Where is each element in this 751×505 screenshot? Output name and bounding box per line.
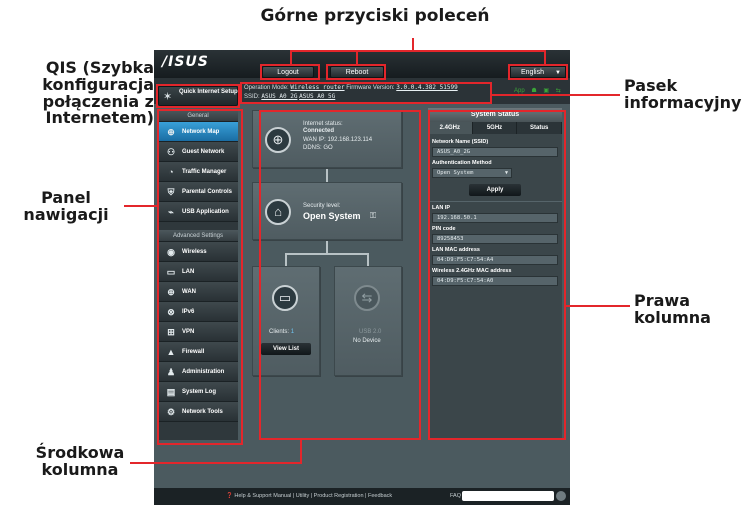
- search-icon[interactable]: [556, 491, 566, 501]
- highlight-nav-panel: [157, 109, 243, 445]
- highlight-info-bar: [240, 82, 492, 104]
- highlight-reboot: [326, 64, 386, 80]
- leader-line: [290, 50, 546, 52]
- annotation-top-buttons: Górne przyciski poleceń: [260, 6, 490, 26]
- leader-line: [300, 440, 302, 464]
- footer-links[interactable]: Manual | Utility | Product Registration …: [273, 493, 392, 499]
- annotation-middle-column: Środkowa kolumna: [35, 443, 125, 479]
- annotation-right-column: Prawa kolumna: [634, 291, 711, 327]
- leader-line: [412, 38, 414, 50]
- annotation-nav-panel: Panel nawigacji: [23, 188, 109, 224]
- help-support-line: ❓ Help & Support Manual | Utility | Prod…: [226, 493, 392, 499]
- leader-line: [356, 50, 358, 64]
- leader-line: [290, 50, 292, 64]
- leader-line: [124, 205, 157, 207]
- leader-line: [566, 305, 630, 307]
- annotation-info-bar: Pasek informacyjny: [624, 76, 742, 112]
- highlight-qis: [156, 84, 240, 108]
- leader-line: [492, 94, 620, 96]
- highlight-logout: [260, 64, 320, 80]
- leader-line: [130, 462, 302, 464]
- footer: ❓ Help & Support Manual | Utility | Prod…: [154, 488, 570, 505]
- faq-search-input[interactable]: [462, 491, 554, 501]
- highlight-middle-column: [259, 110, 421, 440]
- asus-logo: /ISUS: [162, 54, 209, 70]
- faq-label: FAQ: [450, 493, 462, 499]
- status-icons: App ☗ ▣ ⇆: [514, 87, 566, 94]
- help-support-link[interactable]: Help & Support: [234, 493, 271, 499]
- annotation-qis: QIS (Szybka konfiguracja połączenia z In…: [42, 58, 154, 128]
- highlight-right-column: [428, 110, 566, 440]
- leader-line: [544, 50, 546, 64]
- help-icon: ❓: [226, 493, 233, 499]
- highlight-language: [508, 64, 568, 80]
